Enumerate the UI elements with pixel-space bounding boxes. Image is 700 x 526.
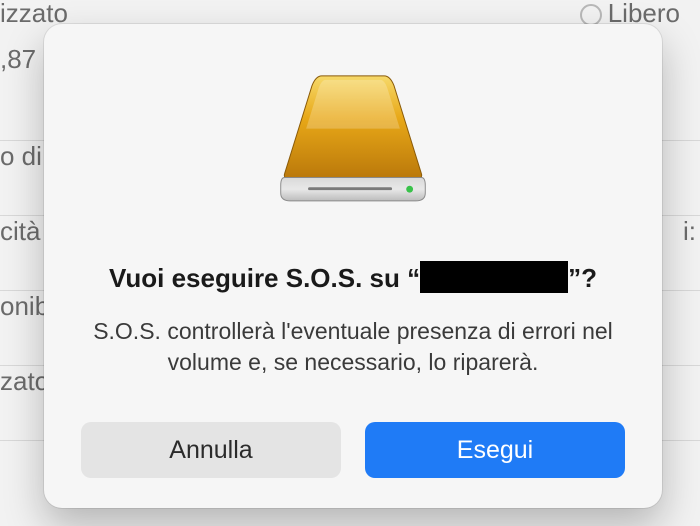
radio-icon [580,4,602,26]
sos-dialog: Vuoi eseguire S.O.S. su “ ”? S.O.S. contr… [44,24,662,508]
dialog-buttons: Annulla Esegui [80,422,626,478]
bg-value: ,87 [0,44,36,75]
dialog-description: S.O.S. controllerà l'eventuale presenza … [80,316,626,378]
bg-row: onib [0,291,49,321]
dialog-title: Vuoi eseguire S.O.S. su “ ”? [109,263,597,296]
bg-row: o di [0,141,42,171]
cancel-button[interactable]: Annulla [81,422,341,478]
run-button[interactable]: Esegui [365,422,625,478]
title-prefix: Vuoi eseguire S.O.S. su “ [109,263,420,293]
bg-row: cità [0,216,40,246]
bg-row-right: i: [683,216,696,247]
external-drive-icon [277,72,429,207]
redacted-volume-name [420,261,568,293]
title-suffix: ”? [568,263,597,293]
bg-row: zato [0,366,49,396]
